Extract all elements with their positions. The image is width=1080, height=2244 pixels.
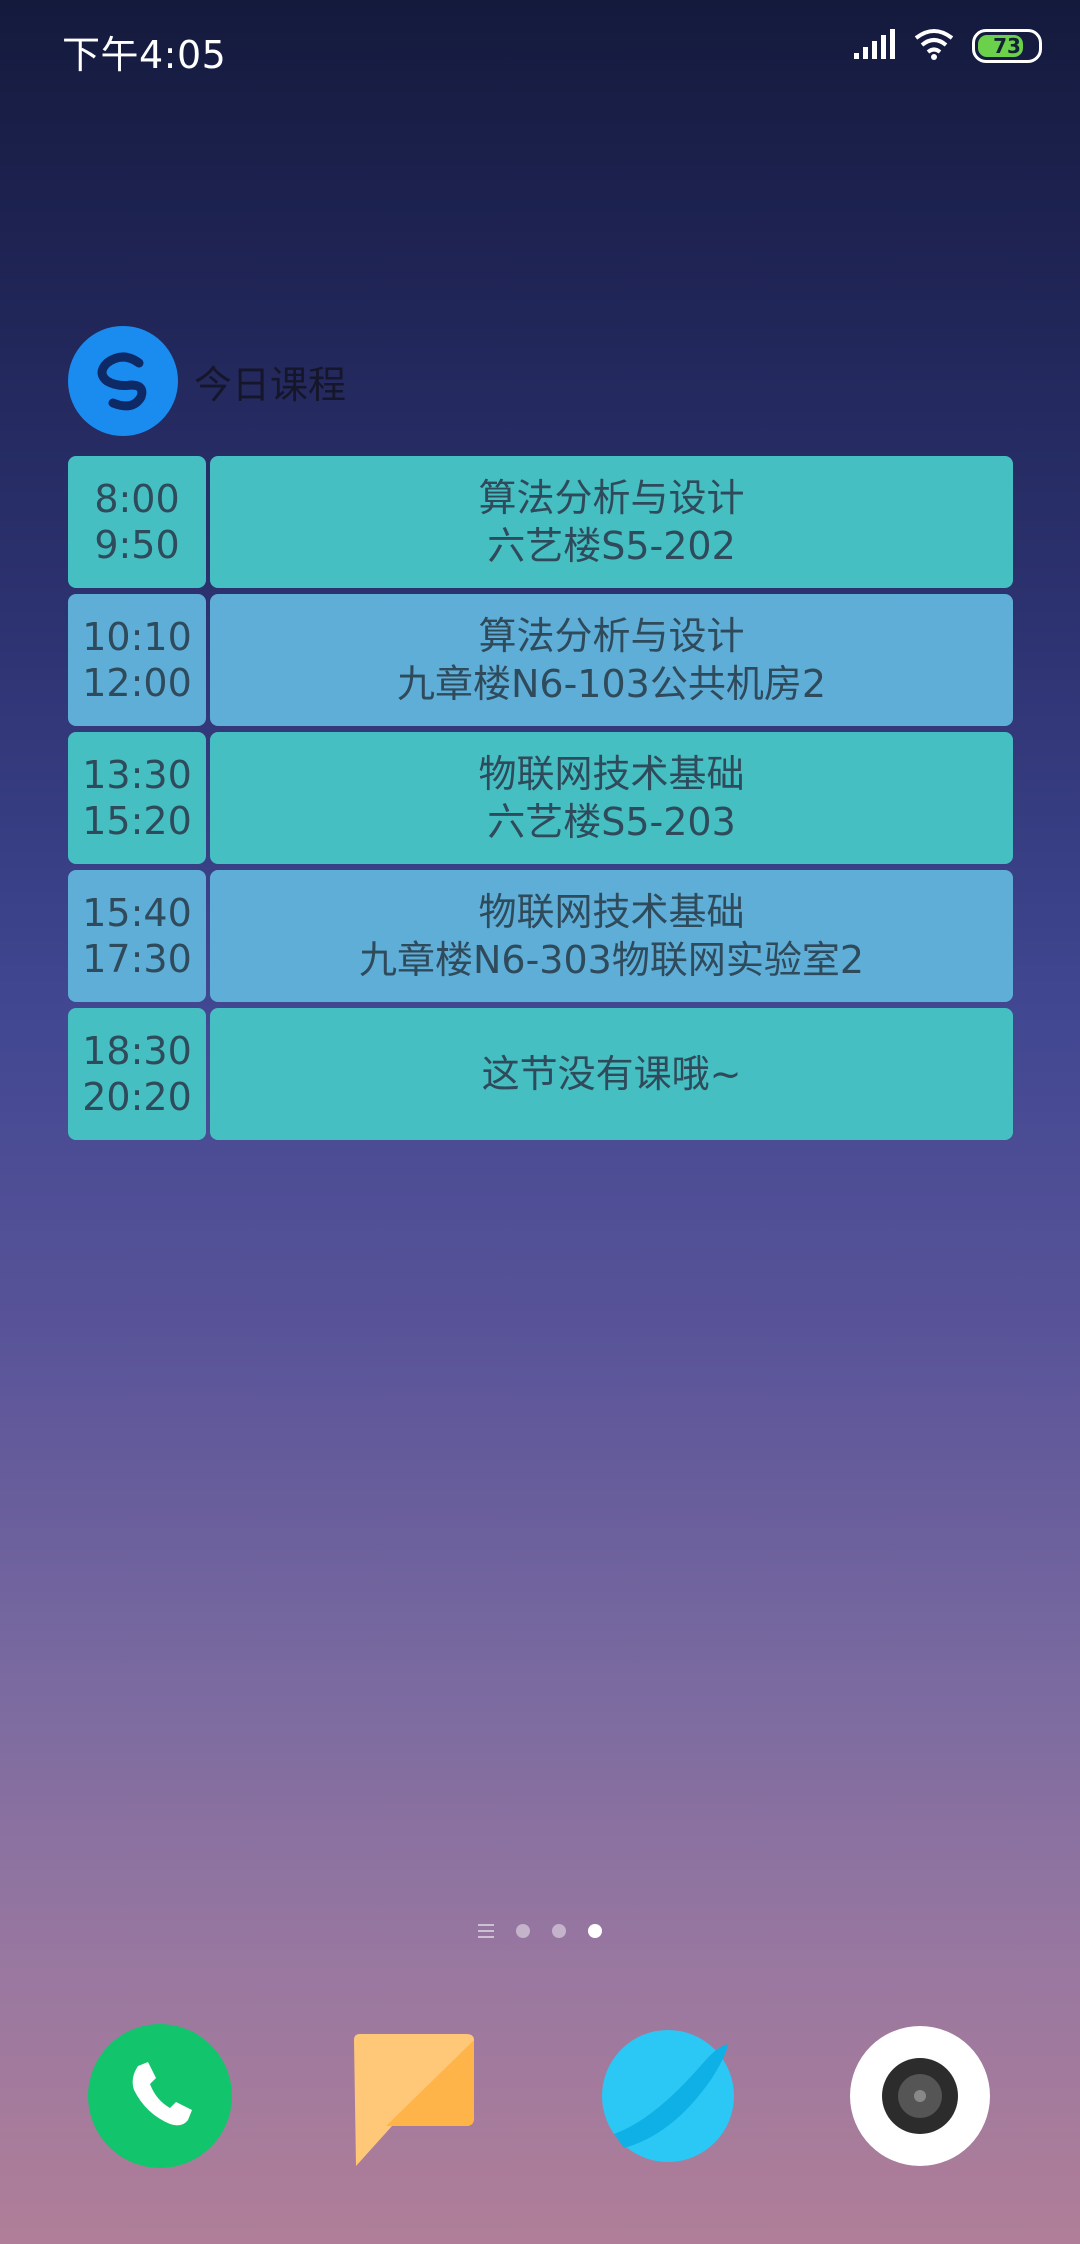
course-cell[interactable]: 算法分析与设计 六艺楼S5-202	[210, 456, 1013, 588]
end-time: 15:20	[82, 799, 192, 843]
course-cell[interactable]: 物联网技术基础 九章楼N6-303物联网实验室2	[210, 870, 1013, 1002]
messages-app[interactable]	[342, 2022, 490, 2170]
widget-title: 今日课程	[194, 362, 347, 407]
schedule-row[interactable]: 13:30 15:20 物联网技术基础 六艺楼S5-203	[68, 732, 1013, 864]
course-name: 物联网技术基础	[478, 752, 745, 796]
battery-level: 73	[993, 34, 1021, 58]
schedule-row[interactable]: 18:30 20:20 这节没有课哦~	[68, 1008, 1013, 1140]
phone-icon	[88, 2024, 232, 2168]
battery-icon: 73	[972, 29, 1042, 63]
course-location: 六艺楼S5-202	[487, 524, 736, 568]
dock	[0, 2022, 1080, 2172]
start-time: 15:40	[82, 891, 192, 935]
start-time: 8:00	[94, 477, 180, 521]
phone-app[interactable]	[86, 2022, 234, 2170]
course-cell[interactable]: 算法分析与设计 九章楼N6-103公共机房2	[210, 594, 1013, 726]
time-cell: 18:30 20:20	[68, 1008, 206, 1140]
course-cell[interactable]: 物联网技术基础 六艺楼S5-203	[210, 732, 1013, 864]
time-cell: 13:30 15:20	[68, 732, 206, 864]
end-time: 20:20	[82, 1075, 192, 1119]
signal-icon	[854, 29, 896, 63]
end-time: 9:50	[94, 523, 180, 567]
schedule-row[interactable]: 8:00 9:50 算法分析与设计 六艺楼S5-202	[68, 456, 1013, 588]
course-location: 九章楼N6-103公共机房2	[396, 662, 827, 706]
course-name: 算法分析与设计	[478, 614, 745, 658]
browser-icon	[602, 2030, 734, 2162]
page-indicator[interactable]	[0, 1924, 1080, 1938]
wifi-icon	[914, 28, 954, 64]
messages-icon	[354, 2034, 474, 2166]
schedule-list: 8:00 9:50 算法分析与设计 六艺楼S5-202 10:10 12:00 …	[68, 456, 1013, 1146]
camera-icon	[850, 2026, 990, 2166]
status-time: 下午4:05	[62, 33, 227, 77]
browser-app[interactable]	[594, 2022, 742, 2170]
course-name: 物联网技术基础	[478, 890, 745, 934]
camera-app[interactable]	[846, 2022, 994, 2170]
end-time: 17:30	[82, 937, 192, 981]
schedule-row[interactable]: 15:40 17:30 物联网技术基础 九章楼N6-303物联网实验室2	[68, 870, 1013, 1002]
time-cell: 15:40 17:30	[68, 870, 206, 1002]
widget-header[interactable]: 今日课程	[68, 326, 346, 436]
page-dot[interactable]	[516, 1924, 530, 1938]
end-time: 12:00	[82, 661, 192, 705]
start-time: 10:10	[82, 615, 192, 659]
schedule-row[interactable]: 10:10 12:00 算法分析与设计 九章楼N6-103公共机房2	[68, 594, 1013, 726]
time-cell: 8:00 9:50	[68, 456, 206, 588]
start-time: 18:30	[82, 1029, 192, 1073]
menu-icon[interactable]	[478, 1924, 494, 1938]
time-cell: 10:10 12:00	[68, 594, 206, 726]
course-cell[interactable]: 这节没有课哦~	[210, 1008, 1013, 1140]
start-time: 13:30	[82, 753, 192, 797]
status-icons: 73	[854, 28, 1042, 64]
page-dot[interactable]	[552, 1924, 566, 1938]
course-name: 这节没有课哦~	[481, 1052, 742, 1096]
status-bar: 下午4:05 73	[0, 0, 1080, 96]
course-name: 算法分析与设计	[478, 476, 745, 520]
course-location: 六艺楼S5-203	[487, 800, 736, 844]
app-logo-icon[interactable]	[68, 326, 178, 436]
course-location: 九章楼N6-303物联网实验室2	[358, 938, 865, 982]
page-dot-active[interactable]	[588, 1924, 602, 1938]
